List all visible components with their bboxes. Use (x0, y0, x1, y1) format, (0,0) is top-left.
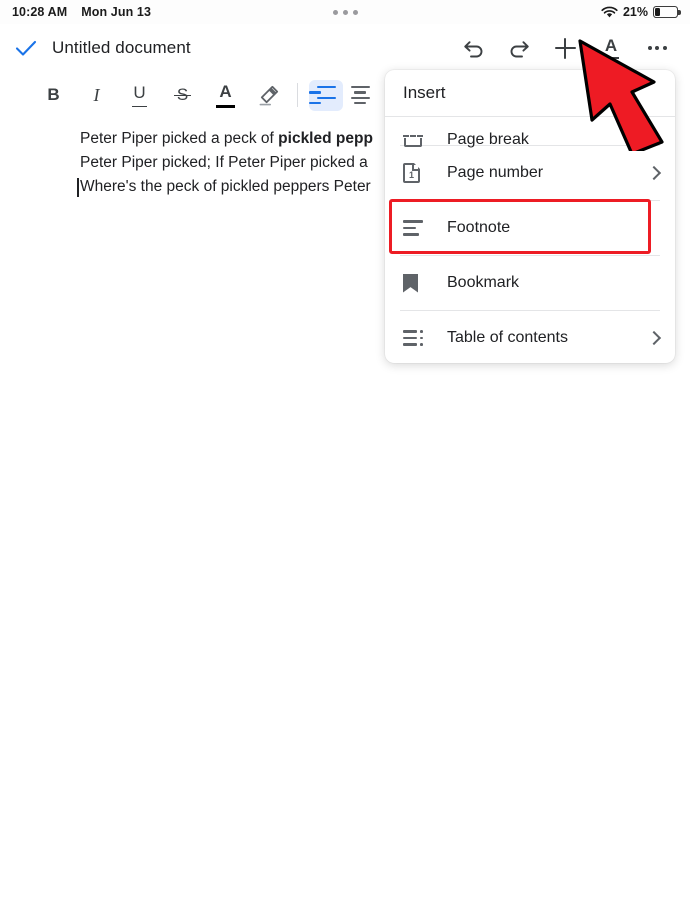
chevron-right-icon (646, 330, 662, 346)
undo-icon[interactable] (450, 26, 496, 70)
menu-item-page-number[interactable]: 1 Page number (385, 146, 675, 200)
chevron-right-icon (646, 165, 662, 181)
status-bar-time: 10:28 AM (12, 5, 68, 19)
table-of-contents-icon (403, 330, 447, 346)
menu-item-footnote[interactable]: Footnote (385, 201, 675, 255)
menu-item-footnote-label: Footnote (447, 219, 511, 236)
underline-button[interactable]: U (118, 76, 161, 114)
text-color-button[interactable]: A (204, 76, 247, 114)
menu-item-bookmark-label: Bookmark (447, 274, 520, 291)
checkmark-icon[interactable] (0, 39, 52, 57)
toolbar-divider (297, 83, 298, 107)
strikethrough-button[interactable]: S (161, 76, 204, 114)
footnote-icon (403, 220, 447, 236)
align-left-icon[interactable] (309, 79, 343, 111)
italic-button[interactable]: I (75, 76, 118, 114)
status-bar: 10:28 AM Mon Jun 13 21% (0, 0, 690, 24)
document-line-1-plain: Peter Piper picked a peck of (80, 130, 279, 147)
document-line-3-text: Where's the peck of pickled peppers Pete… (80, 178, 371, 195)
pointer-arrow-annotation (578, 39, 664, 151)
text-caret (77, 178, 79, 197)
align-center-icon[interactable] (343, 80, 377, 111)
bold-label: B (47, 85, 60, 104)
menu-item-bookmark[interactable]: Bookmark (385, 256, 675, 310)
menu-item-table-of-contents[interactable]: Table of contents (385, 311, 675, 363)
bold-button[interactable]: B (32, 76, 75, 114)
status-bar-indicators: 21% (601, 5, 681, 19)
underline-label: U (132, 83, 147, 108)
text-color-label: A (216, 82, 235, 109)
highlighter-pen-icon[interactable] (247, 76, 290, 114)
document-line-1-bold: pickled pepp (278, 130, 373, 147)
italic-label: I (93, 84, 100, 105)
status-bar-date: Mon Jun 13 (81, 5, 151, 19)
menu-item-table-of-contents-label: Table of contents (447, 329, 568, 346)
docs-app-screen: 10:28 AM Mon Jun 13 21% Untitled documen… (0, 0, 690, 920)
page-title[interactable]: Untitled document (52, 38, 191, 58)
page-number-icon: 1 (403, 163, 447, 183)
battery-percent: 21% (622, 5, 648, 19)
wifi-icon (601, 6, 618, 17)
battery-icon (653, 6, 681, 18)
menu-item-page-number-label: Page number (447, 164, 544, 181)
bookmark-icon (403, 273, 447, 293)
strikethrough-label: S (173, 85, 192, 104)
